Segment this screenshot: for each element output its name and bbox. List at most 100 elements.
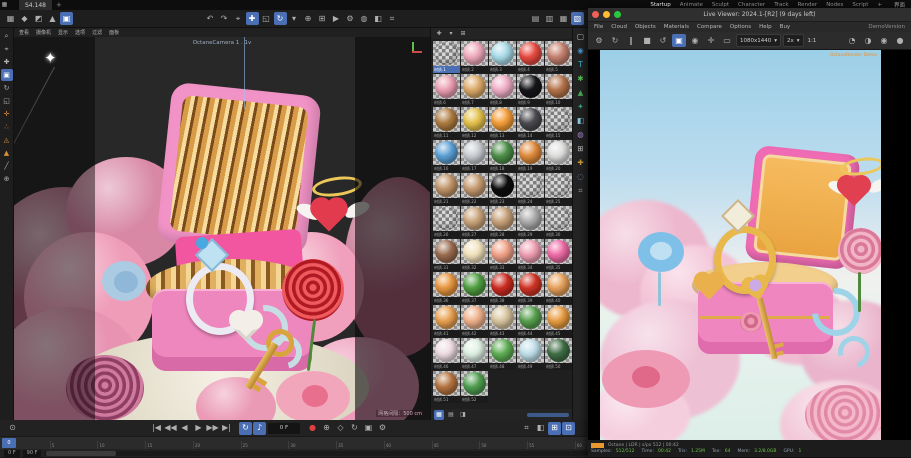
deformer-icon[interactable]: ▲ xyxy=(575,87,587,99)
minimize-timeline-icon[interactable]: ⊞ xyxy=(548,422,561,435)
render-settings-icon[interactable]: ⚙ xyxy=(344,12,357,25)
sound-toggle-icon[interactable]: ♪ xyxy=(253,422,266,435)
material-swatch[interactable]: 材质.47 xyxy=(461,338,488,370)
material-swatch[interactable]: 材质.11 xyxy=(433,107,460,139)
live-selection-icon[interactable]: ⌖ xyxy=(232,12,245,25)
material-swatch[interactable]: 材质.43 xyxy=(489,305,516,337)
prev-frame-icon[interactable]: ◀ xyxy=(178,422,191,435)
selection-tool-icon[interactable]: ⌖ xyxy=(1,43,13,55)
menu-item[interactable]: File xyxy=(594,24,603,30)
focus-picker-icon[interactable]: ✛ xyxy=(704,34,718,47)
coord-system-icon[interactable]: ⊕ xyxy=(302,12,315,25)
material-swatch[interactable]: 材质.35 xyxy=(545,239,572,271)
material-swatch[interactable]: 材质.49 xyxy=(517,338,544,370)
material-view-toggle-icon[interactable]: ⊞ xyxy=(458,29,468,39)
menu-item[interactable]: Objects xyxy=(635,24,656,30)
heart-halo[interactable] xyxy=(311,174,363,200)
material-swatch[interactable]: 材质.13 xyxy=(489,107,516,139)
key-position-icon[interactable]: ⊕ xyxy=(320,422,333,435)
material-swatch[interactable]: 材质.2 xyxy=(461,41,488,73)
light-object[interactable]: ✦ xyxy=(44,49,57,67)
goto-start-icon[interactable]: |◀ xyxy=(150,422,163,435)
material-swatch[interactable]: 材质.15 xyxy=(545,107,572,139)
pink-rose[interactable] xyxy=(66,355,144,420)
frame-tick[interactable]: 55 xyxy=(527,441,575,449)
menu-item[interactable]: 显示 xyxy=(58,29,68,36)
material-swatch[interactable]: 材质.8 xyxy=(489,74,516,106)
cube-tool-icon[interactable]: ▢ xyxy=(575,31,587,43)
mode-points-icon[interactable]: ◆ xyxy=(18,12,31,25)
generator-icon[interactable]: ✱ xyxy=(575,73,587,85)
list-view-icon[interactable]: ▤ xyxy=(446,410,456,420)
goto-end-icon[interactable]: ▶| xyxy=(220,422,233,435)
subsample-dropdown[interactable]: 2x▾ xyxy=(783,34,804,47)
material-swatch[interactable]: 材质.39 xyxy=(517,272,544,304)
menu-item[interactable]: 选项 xyxy=(75,29,85,36)
live-viewer-titlebar[interactable]: Live Viewer: 2024.1-[R2] (9 days left) xyxy=(588,8,911,22)
refresh-icon[interactable]: ↺ xyxy=(656,34,670,47)
workplane-icon[interactable]: ◧ xyxy=(372,12,385,25)
material-node-icon[interactable]: ◍ xyxy=(575,129,587,141)
render-view[interactable]: OctaneRender Demo xyxy=(588,50,911,440)
spline-pen-icon[interactable]: ╱ xyxy=(1,160,13,172)
red-rose[interactable] xyxy=(282,259,344,321)
menu-item[interactable]: 查看 xyxy=(19,29,29,36)
material-swatch[interactable]: 材质.45 xyxy=(545,305,572,337)
snap-icon[interactable]: ⌗ xyxy=(386,12,399,25)
loop-toggle-icon[interactable]: ↻ xyxy=(239,422,252,435)
settings-gear-icon[interactable]: ⚙ xyxy=(592,34,606,47)
zoom-tool-icon[interactable]: ⌕ xyxy=(1,30,13,42)
axis-tool-icon[interactable]: ✛ xyxy=(1,108,13,120)
range-start-field[interactable]: 0 F xyxy=(4,450,20,457)
material-swatch[interactable]: 材质.25 xyxy=(545,173,572,205)
last-tool-icon[interactable]: ▾ xyxy=(288,12,301,25)
material-swatch[interactable]: 材质.6 xyxy=(433,74,460,106)
menu-item[interactable]: Compare xyxy=(697,24,722,30)
material-swatch[interactable]: 材质.9 xyxy=(517,74,544,106)
material-swatch[interactable]: 材质.27 xyxy=(461,206,488,238)
range-end-field[interactable]: 90 F xyxy=(23,450,42,457)
key-rotation-icon[interactable]: ↻ xyxy=(348,422,361,435)
restart-render-icon[interactable]: ↻ xyxy=(608,34,622,47)
material-swatch[interactable]: 材质.46 xyxy=(433,338,460,370)
viewport-canvas[interactable]: OctaneCamera 1 . 1v ✦ xyxy=(14,37,430,420)
material-swatch[interactable]: 材质.10 xyxy=(545,74,572,106)
effector-icon[interactable]: ✦ xyxy=(575,101,587,113)
next-frame-icon[interactable]: ▶▶ xyxy=(206,422,219,435)
alpha-toggle-icon[interactable]: ◉ xyxy=(877,34,891,47)
polygons-mode-icon[interactable]: ▲ xyxy=(1,147,13,159)
material-swatch[interactable]: 材质.26 xyxy=(433,206,460,238)
render-camera-icon[interactable]: ◉ xyxy=(688,34,702,47)
array-icon[interactable]: ⊞ xyxy=(575,143,587,155)
resolution-dropdown[interactable]: 1080x1440▾ xyxy=(736,34,781,47)
scale-tool-icon[interactable]: ◱ xyxy=(260,12,273,25)
material-swatch[interactable]: 材质.36 xyxy=(433,272,460,304)
edges-mode-icon[interactable]: ◬ xyxy=(1,134,13,146)
frame-tick[interactable]: 40 xyxy=(384,441,432,449)
material-swatch[interactable]: 材质.24 xyxy=(517,173,544,205)
material-swatch[interactable]: 材质.17 xyxy=(461,140,488,172)
material-swatch[interactable]: 材质.12 xyxy=(461,107,488,139)
region-render-icon[interactable]: ▭ xyxy=(720,34,734,47)
material-swatch[interactable]: 材质.31 xyxy=(433,239,460,271)
frame-tick[interactable]: 30 xyxy=(288,441,336,449)
render-picture-icon[interactable]: ▶ xyxy=(330,12,343,25)
material-swatch[interactable]: 材质.22 xyxy=(461,173,488,205)
undo-icon[interactable]: ↶ xyxy=(204,12,217,25)
compact-view-icon[interactable]: ◨ xyxy=(458,410,468,420)
material-swatch[interactable]: 材质.51 xyxy=(433,371,460,403)
sphere-tool-icon[interactable]: ◉ xyxy=(575,45,587,57)
volume-icon[interactable]: ◧ xyxy=(575,115,587,127)
material-swatch[interactable]: 材质.42 xyxy=(461,305,488,337)
material-mode-icon[interactable]: ◍ xyxy=(358,12,371,25)
material-swatch[interactable]: 材质.1 xyxy=(433,41,460,73)
close-icon[interactable] xyxy=(592,11,599,18)
material-swatch[interactable]: 材质.19 xyxy=(517,140,544,172)
rotate-tool-icon[interactable]: ↻ xyxy=(1,82,13,94)
frame-tick[interactable]: 5 xyxy=(50,441,98,449)
material-swatch[interactable]: 材质.50 xyxy=(545,338,572,370)
menu-item[interactable]: Options xyxy=(730,24,751,30)
material-swatch[interactable]: 材质.4 xyxy=(517,41,544,73)
record-key-icon[interactable]: ● xyxy=(306,422,319,435)
material-swatch[interactable]: 材质.5 xyxy=(545,41,572,73)
